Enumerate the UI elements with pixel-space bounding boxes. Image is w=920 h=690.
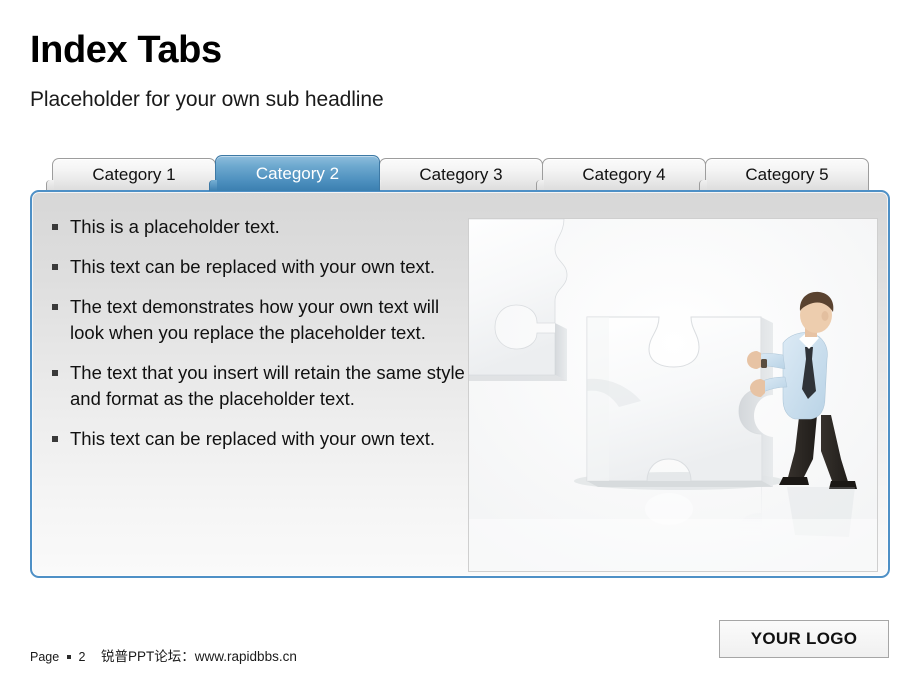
bullet-square-icon: [52, 224, 58, 230]
list-item-text: The text that you insert will retain the…: [70, 362, 465, 409]
page-title: Index Tabs: [30, 29, 222, 71]
bullet-square-icon: [52, 304, 58, 310]
tab-label: Category 3: [419, 165, 503, 184]
page-subtitle: Placeholder for your own sub headline: [30, 88, 384, 111]
tab-label: Category 1: [92, 165, 176, 184]
tab-category-1[interactable]: Category 1: [46, 158, 216, 191]
footer-page-number: 2: [78, 650, 86, 664]
list-item: This text can be replaced with your own …: [50, 426, 470, 452]
list-item: This text can be replaced with your own …: [50, 254, 470, 280]
list-item-text: This is a placeholder text.: [70, 216, 280, 237]
tab-label: Category 5: [745, 165, 829, 184]
list-item-text: The text demonstrates how your own text …: [70, 296, 440, 343]
list-item-text: This text can be replaced with your own …: [70, 256, 436, 277]
background-puzzle-piece: [469, 219, 568, 381]
footer: Page 2 锐普PPT论坛：www.rapidbbs.cn: [30, 645, 297, 665]
tab-category-4[interactable]: Category 4: [536, 158, 706, 191]
list-item: This is a placeholder text.: [50, 214, 470, 240]
tab-category-5[interactable]: Category 5: [699, 158, 869, 191]
tab-content-panel: This is a placeholder text. This text ca…: [30, 190, 890, 578]
puzzle-scene-illustration: [469, 219, 877, 571]
tab-strip: Category 1 Category 2 Category 3 Categor…: [46, 155, 892, 194]
list-item: The text that you insert will retain the…: [50, 360, 470, 412]
logo-placeholder[interactable]: YOUR LOGO: [719, 620, 889, 658]
tab-label: Category 2: [255, 163, 340, 183]
footer-separator-icon: [66, 654, 71, 659]
tab-category-2[interactable]: Category 2: [209, 155, 380, 191]
tab-label: Category 4: [582, 165, 666, 184]
list-item-text: This text can be replaced with your own …: [70, 428, 436, 449]
footer-page-label: Page: [30, 650, 60, 664]
bullet-square-icon: [52, 370, 58, 376]
bullet-square-icon: [52, 264, 58, 270]
bullet-square-icon: [52, 436, 58, 442]
list-item: The text demonstrates how your own text …: [50, 294, 470, 346]
slide: Index Tabs Placeholder for your own sub …: [0, 0, 920, 690]
businessman-pushing-puzzle-piece-image: [469, 219, 877, 571]
tab-category-3[interactable]: Category 3: [373, 158, 543, 191]
footer-site: 锐普PPT论坛：www.rapidbbs.cn: [101, 649, 297, 664]
bullet-list: This is a placeholder text. This text ca…: [50, 214, 470, 452]
logo-text: YOUR LOGO: [750, 629, 858, 648]
content-image-frame: [468, 218, 878, 572]
